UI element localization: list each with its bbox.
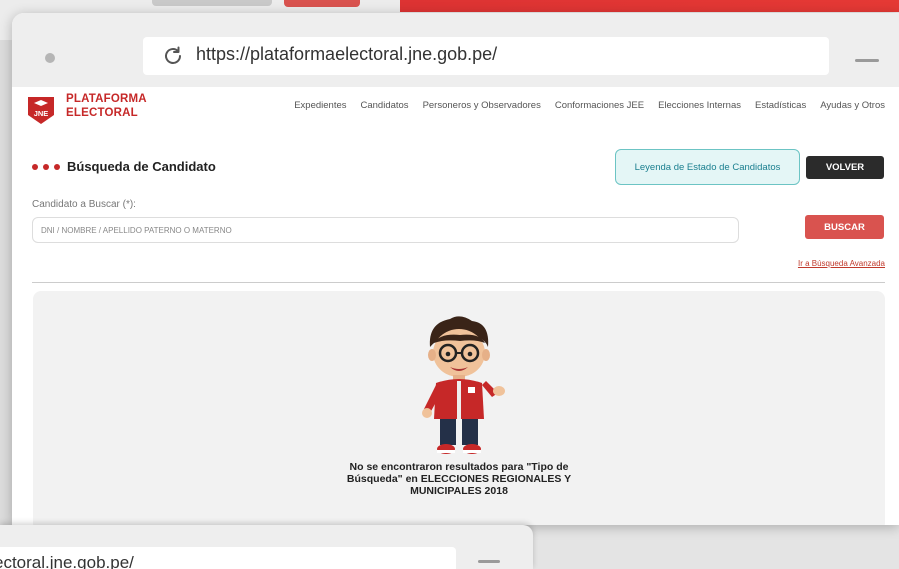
window-dot-icon	[45, 53, 55, 63]
mascot-illustration	[422, 316, 505, 454]
nav-item-ayudas[interactable]: Ayudas y Otros	[820, 100, 885, 111]
advanced-search-link[interactable]: Ir a Búsqueda Avanzada	[798, 259, 885, 268]
background-address-bar[interactable]: ectoral.jne.gob.pe/	[0, 547, 456, 569]
background-browser-window: ectoral.jne.gob.pe/	[0, 525, 533, 569]
nav-item-elecciones-internas[interactable]: Elecciones Internas	[658, 100, 741, 111]
address-bar[interactable]: https://plataformaelectoral.jne.gob.pe/	[143, 37, 829, 75]
no-results-line1: No se encontraron resultados para "Tipo …	[349, 461, 569, 473]
brand-line2[interactable]: ELECTORAL	[66, 107, 138, 119]
legend-button[interactable]: Leyenda de Estado de Candidatos	[615, 149, 800, 185]
nav-item-expedientes[interactable]: Expedientes	[294, 100, 346, 111]
browser-window: https://plataformaelectoral.jne.gob.pe/ …	[12, 13, 899, 525]
nav-item-estadisticas[interactable]: Estadísticas	[755, 100, 806, 111]
brand-line1[interactable]: PLATAFORMA	[66, 93, 147, 105]
background-tab	[152, 0, 272, 6]
no-results-line3: MUNICIPALES 2018	[410, 485, 508, 497]
divider	[32, 282, 885, 283]
site-page: JNE PLATAFORMA ELECTORAL Expedientes Can…	[12, 87, 899, 525]
bullet-dot-icon	[32, 163, 38, 170]
search-input[interactable]: DNI / NOMBRE / APELLIDO PATERNO O MATERN…	[32, 217, 739, 243]
background-window-left	[0, 40, 12, 569]
background-red-bar	[400, 0, 899, 12]
jne-badge-text: JNE	[34, 109, 49, 118]
search-label: Candidato a Buscar (*):	[32, 199, 136, 210]
minimize-icon[interactable]	[478, 560, 500, 563]
results-panel: No se encontraron resultados para "Tipo …	[33, 291, 885, 525]
main-nav: Expedientes Candidatos Personeros y Obse…	[294, 100, 885, 111]
nav-item-candidatos[interactable]: Candidatos	[361, 100, 409, 111]
background-tab-red	[284, 0, 360, 7]
title-row: Búsqueda de Candidato	[32, 159, 216, 174]
reload-icon[interactable]	[161, 44, 185, 68]
browser-chrome: https://plataformaelectoral.jne.gob.pe/	[12, 13, 899, 87]
nav-item-personeros[interactable]: Personeros y Observadores	[423, 100, 541, 111]
search-button[interactable]: BUSCAR	[805, 215, 884, 239]
background-url-text[interactable]: ectoral.jne.gob.pe/	[0, 553, 134, 569]
minimize-icon[interactable]	[855, 59, 879, 62]
page-title: Búsqueda de Candidato	[67, 159, 216, 174]
jne-logo-icon[interactable]: JNE	[26, 95, 56, 125]
no-results-line2: Búsqueda" en ELECCIONES REGIONALES Y	[346, 473, 572, 485]
nav-item-conformaciones[interactable]: Conformaciones JEE	[555, 100, 644, 111]
back-button[interactable]: VOLVER	[806, 156, 884, 179]
bullet-dot-icon	[43, 163, 49, 170]
url-text[interactable]: https://plataformaelectoral.jne.gob.pe/	[196, 44, 497, 65]
no-results-message: No se encontraron resultados para "Tipo …	[301, 461, 617, 497]
bullet-dot-icon	[54, 163, 60, 170]
